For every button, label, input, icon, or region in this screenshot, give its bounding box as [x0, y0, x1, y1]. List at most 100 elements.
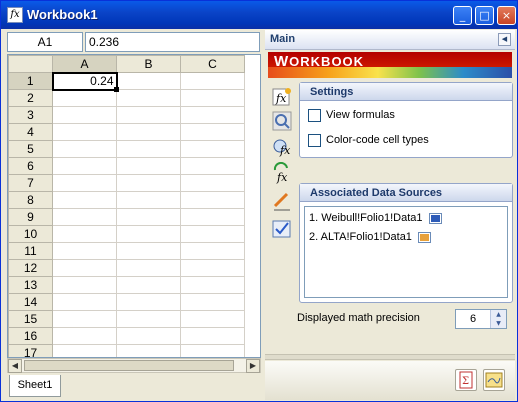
cell[interactable] [180, 208, 245, 226]
minimize-button[interactable]: _ [453, 6, 472, 25]
cell[interactable] [52, 157, 117, 175]
cell[interactable] [116, 157, 181, 175]
cell[interactable] [180, 157, 245, 175]
insert-function-icon[interactable]: fx [271, 86, 293, 108]
row-header[interactable]: 11 [8, 242, 53, 260]
data-source-item[interactable]: 1. Weibull!Folio1!Data1 [309, 212, 442, 224]
horizontal-scrollbar[interactable]: ◀ ▶ [7, 358, 261, 373]
cell[interactable] [180, 191, 245, 209]
panel-splitter[interactable] [265, 354, 515, 360]
cell[interactable] [52, 123, 117, 141]
cell[interactable] [116, 72, 181, 90]
scroll-left-icon[interactable]: ◀ [8, 359, 22, 373]
select-all-corner[interactable] [8, 55, 53, 73]
column-header-c[interactable]: C [180, 55, 245, 73]
cell[interactable] [116, 106, 181, 124]
cell[interactable] [116, 276, 181, 294]
row-header[interactable]: 15 [8, 310, 53, 328]
row-header[interactable]: 8 [8, 191, 53, 209]
cell[interactable] [116, 293, 181, 311]
row-header[interactable]: 7 [8, 174, 53, 192]
row-header[interactable]: 10 [8, 225, 53, 243]
formula-input[interactable]: 0.236 [85, 32, 260, 52]
report-icon[interactable]: Σ [455, 369, 477, 391]
sheet-tab[interactable]: Sheet1 [9, 375, 61, 397]
cell[interactable] [116, 191, 181, 209]
cell[interactable] [180, 327, 245, 345]
row-header[interactable]: 16 [8, 327, 53, 345]
cell[interactable] [116, 208, 181, 226]
row-header[interactable]: 12 [8, 259, 53, 277]
vertical-scrollbar[interactable] [247, 54, 261, 358]
cell[interactable] [180, 259, 245, 277]
function-analysis-icon[interactable]: fx [271, 136, 293, 158]
spinner-buttons[interactable]: ▲ ▼ [490, 310, 506, 328]
cell[interactable] [116, 174, 181, 192]
row-header[interactable]: 5 [8, 140, 53, 158]
find-icon[interactable] [271, 110, 293, 132]
name-box[interactable]: A1 [7, 32, 83, 52]
column-header-b[interactable]: B [116, 55, 181, 73]
cell[interactable] [52, 140, 117, 158]
row-header[interactable]: 2 [8, 89, 53, 107]
cell[interactable] [180, 310, 245, 328]
title-bar[interactable]: fx Workbook1 _ □ × [1, 1, 517, 29]
cell[interactable] [116, 242, 181, 260]
data-source-item[interactable]: 2. ALTA!Folio1!Data1 [309, 231, 431, 243]
cell[interactable] [116, 225, 181, 243]
cell[interactable] [52, 344, 117, 357]
cell[interactable] [52, 225, 117, 243]
row-header[interactable]: 17 [8, 344, 53, 357]
cell[interactable] [116, 344, 181, 357]
cell[interactable] [52, 89, 117, 107]
cell[interactable] [180, 174, 245, 192]
cell[interactable] [180, 123, 245, 141]
cell[interactable] [116, 327, 181, 345]
cell[interactable] [180, 344, 245, 357]
cell[interactable] [52, 259, 117, 277]
cell[interactable] [116, 89, 181, 107]
cell[interactable] [52, 174, 117, 192]
cell[interactable] [52, 327, 117, 345]
cell[interactable] [52, 106, 117, 124]
cell[interactable] [116, 123, 181, 141]
spinner-down-icon[interactable]: ▼ [491, 319, 506, 328]
cell[interactable] [116, 140, 181, 158]
cell[interactable] [52, 208, 117, 226]
spinner-up-icon[interactable]: ▲ [491, 310, 506, 319]
data-sources-list[interactable]: 1. Weibull!Folio1!Data1 2. ALTA!Folio1!D… [304, 206, 508, 298]
row-header[interactable]: 1 [8, 72, 53, 90]
refresh-function-icon[interactable]: fx [271, 161, 293, 184]
row-header[interactable]: 9 [8, 208, 53, 226]
cell[interactable] [180, 89, 245, 107]
column-header-a[interactable]: A [52, 55, 117, 73]
cell[interactable] [116, 259, 181, 277]
check-icon[interactable] [271, 218, 293, 240]
cell[interactable] [52, 191, 117, 209]
horizontal-scroll-thumb[interactable] [24, 360, 234, 371]
row-header[interactable]: 14 [8, 293, 53, 311]
spreadsheet-grid[interactable]: A B C 1 0.24 2 3 4 5 6 7 8 9 10 11 12 13… [7, 54, 261, 358]
scroll-right-icon[interactable]: ▶ [246, 359, 260, 373]
chart-icon[interactable] [483, 369, 505, 391]
cell[interactable] [52, 310, 117, 328]
cell[interactable] [52, 276, 117, 294]
row-header[interactable]: 3 [8, 106, 53, 124]
cell[interactable] [52, 242, 117, 260]
cell[interactable] [52, 293, 117, 311]
precision-value[interactable]: 6 [456, 310, 490, 328]
edit-icon[interactable] [271, 190, 293, 212]
cell[interactable] [180, 140, 245, 158]
cell[interactable] [180, 242, 245, 260]
cell-a1[interactable]: 0.24 [51, 71, 120, 93]
cell[interactable] [180, 72, 245, 90]
cell[interactable] [180, 293, 245, 311]
maximize-button[interactable]: □ [475, 6, 494, 25]
row-header[interactable]: 4 [8, 123, 53, 141]
cell[interactable] [180, 276, 245, 294]
close-button[interactable]: × [497, 6, 516, 25]
view-formulas-checkbox[interactable] [308, 109, 321, 122]
precision-spinner[interactable]: 6 ▲ ▼ [455, 309, 507, 329]
cell[interactable] [180, 225, 245, 243]
row-header[interactable]: 6 [8, 157, 53, 175]
